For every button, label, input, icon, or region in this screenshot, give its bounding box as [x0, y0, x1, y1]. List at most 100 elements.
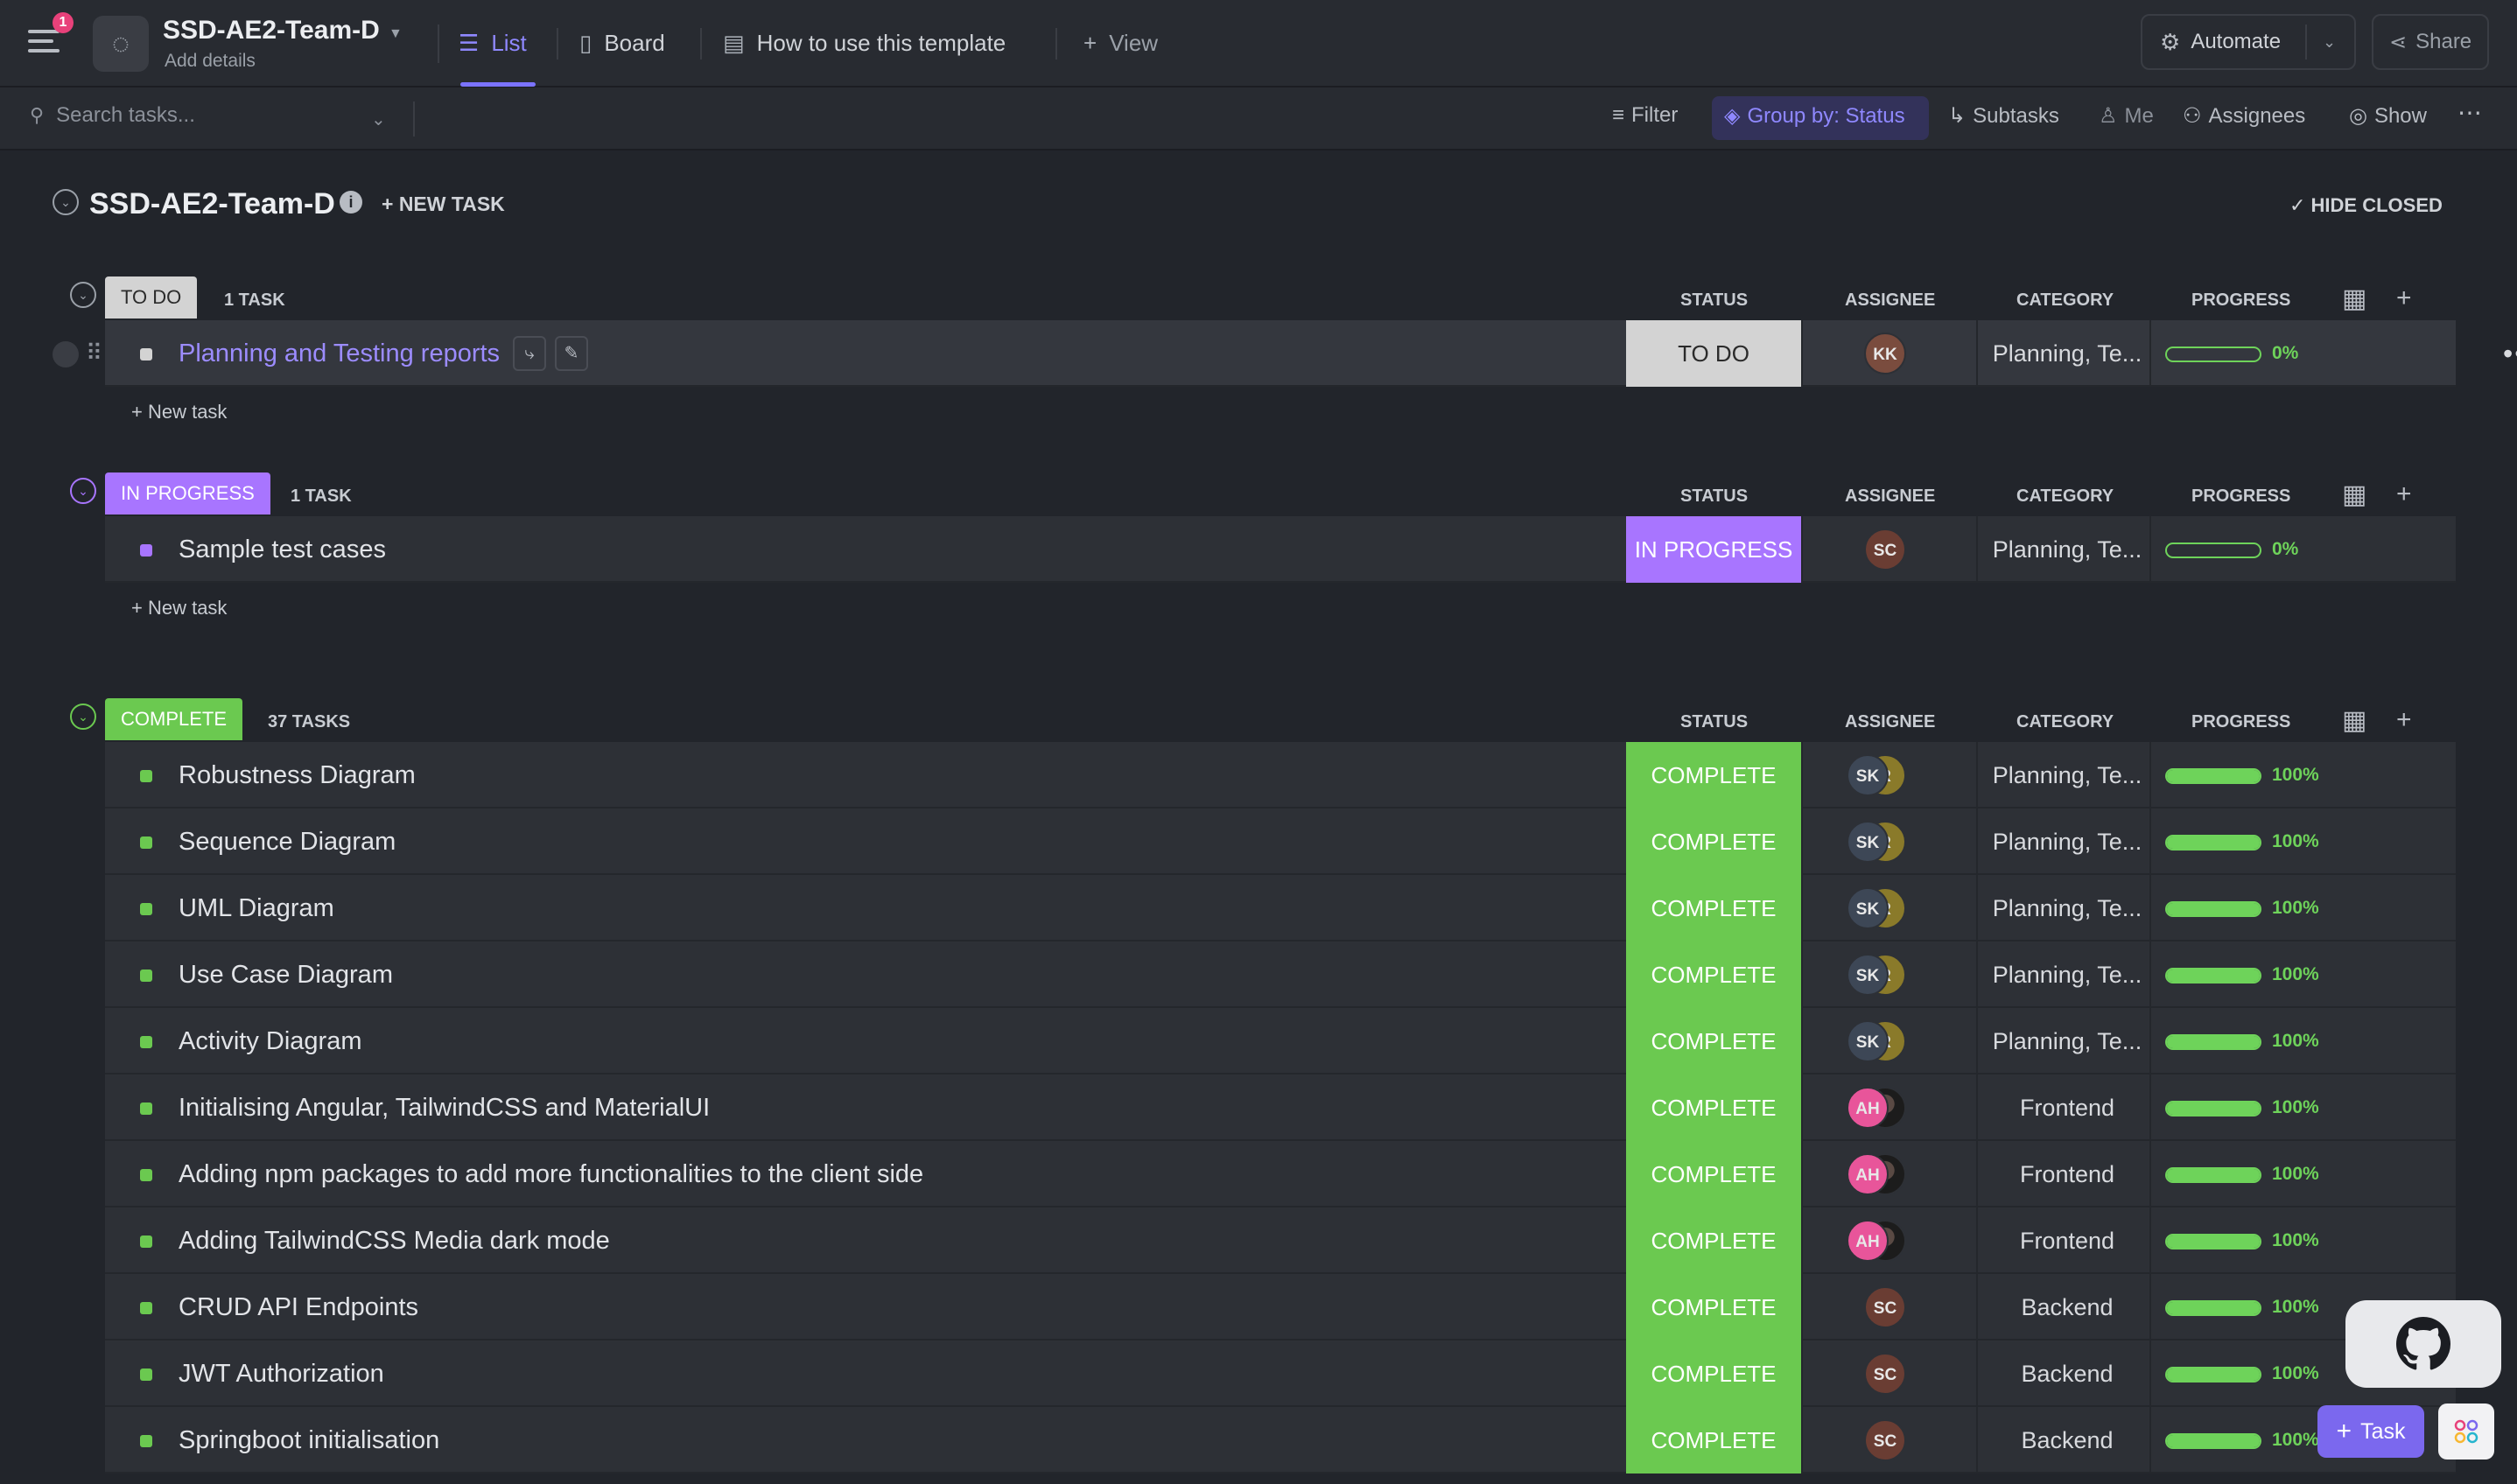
- select-checkbox[interactable]: [53, 341, 79, 368]
- status-dot[interactable]: [140, 1368, 152, 1381]
- category-cell[interactable]: Frontend: [1990, 1141, 2144, 1208]
- category-cell[interactable]: Frontend: [1990, 1208, 2144, 1274]
- task-name[interactable]: Adding TailwindCSS Media dark mode: [179, 1227, 610, 1256]
- task-name[interactable]: Robustness Diagram: [179, 761, 416, 790]
- task-name[interactable]: UML Diagram: [179, 894, 334, 923]
- more-options-icon[interactable]: ⋯: [2457, 98, 2482, 127]
- task-name[interactable]: Initialising Angular, TailwindCSS and Ma…: [179, 1094, 710, 1123]
- table-row[interactable]: Robustness DiagramCOMPLETESKRPlanning, T…: [105, 742, 2456, 808]
- chevron-down-icon[interactable]: ▼: [389, 26, 403, 42]
- info-icon[interactable]: i: [340, 191, 362, 214]
- table-row[interactable]: Planning and Testing reports ⤷ ✎ TO DO K…: [105, 320, 2517, 387]
- avatar[interactable]: SK: [1847, 754, 1889, 796]
- status-cell[interactable]: COMPLETE: [1626, 1340, 1801, 1407]
- column-header-progress[interactable]: PROGRESS: [2191, 290, 2290, 311]
- add-view-button[interactable]: + View: [1083, 30, 1158, 57]
- status-cell[interactable]: IN PROGRESS: [1626, 516, 1801, 583]
- menu-icon[interactable]: [28, 30, 60, 54]
- status-cell[interactable]: COMPLETE: [1626, 1008, 1801, 1074]
- column-header-progress[interactable]: PROGRESS: [2191, 486, 2290, 507]
- task-name[interactable]: Use Case Diagram: [179, 961, 393, 990]
- category-cell[interactable]: Backend: [1990, 1340, 2144, 1407]
- filter-button[interactable]: ≡ Filter: [1612, 103, 1678, 128]
- edit-icon[interactable]: ✎: [555, 336, 588, 371]
- column-header-progress[interactable]: PROGRESS: [2191, 712, 2290, 732]
- status-cell[interactable]: COMPLETE: [1626, 808, 1801, 875]
- task-name[interactable]: CRUD API Endpoints: [179, 1293, 418, 1322]
- add-column-icon[interactable]: +: [2396, 705, 2412, 735]
- automate-button[interactable]: ⚙ Automate ⌄: [2141, 14, 2356, 70]
- chevron-down-icon[interactable]: ⌄: [371, 108, 386, 130]
- category-cell[interactable]: Planning, Te...: [1990, 808, 2144, 875]
- status-dot[interactable]: [140, 348, 152, 360]
- category-cell[interactable]: Planning, Te...: [1990, 875, 2144, 942]
- status-dot[interactable]: [140, 836, 152, 849]
- status-dot[interactable]: [140, 970, 152, 982]
- category-cell[interactable]: Backend: [1990, 1407, 2144, 1474]
- tab-how-to-use[interactable]: ▤ How to use this template: [723, 30, 1006, 57]
- table-row[interactable]: Adding TailwindCSS Media dark mode COMPLE…: [105, 1208, 2456, 1274]
- status-cell[interactable]: TO DO: [1626, 320, 1801, 387]
- avatar[interactable]: SC: [1864, 1353, 1906, 1395]
- category-cell[interactable]: Planning, Te...: [1990, 516, 2144, 583]
- tab-board[interactable]: ▯ Board: [579, 30, 665, 57]
- add-task-button[interactable]: + Task: [2317, 1405, 2424, 1458]
- avatar[interactable]: SK: [1847, 821, 1889, 863]
- column-header-category[interactable]: CATEGORY: [2016, 486, 2114, 507]
- status-dot[interactable]: [140, 1435, 152, 1447]
- table-icon[interactable]: ▦: [2342, 705, 2366, 736]
- status-cell[interactable]: COMPLETE: [1626, 1141, 1801, 1208]
- table-row[interactable]: Activity DiagramCOMPLETESKRPlanning, Te.…: [105, 1008, 2456, 1074]
- hide-closed-button[interactable]: ✓ HIDE CLOSED: [2289, 194, 2443, 217]
- subtask-icon[interactable]: ⤷: [513, 336, 546, 371]
- status-dot[interactable]: [140, 1169, 152, 1181]
- task-name[interactable]: Planning and Testing reports: [179, 340, 500, 368]
- avatar[interactable]: KK: [1864, 332, 1906, 374]
- task-name[interactable]: Adding npm packages to add more function…: [179, 1160, 923, 1189]
- status-cell[interactable]: COMPLETE: [1626, 1074, 1801, 1141]
- task-name[interactable]: JWT Authorization: [179, 1360, 384, 1389]
- tab-list[interactable]: ☰ List: [459, 30, 527, 57]
- table-icon[interactable]: ▦: [2342, 480, 2366, 510]
- chevron-down-icon[interactable]: ⌄: [2323, 33, 2336, 52]
- status-badge[interactable]: COMPLETE: [105, 698, 243, 740]
- column-header-assignee[interactable]: ASSIGNEE: [1845, 486, 1935, 507]
- more-options-icon[interactable]: •••: [2503, 338, 2517, 370]
- status-cell[interactable]: COMPLETE: [1626, 942, 1801, 1008]
- avatar[interactable]: SC: [1864, 1286, 1906, 1328]
- add-column-icon[interactable]: +: [2396, 480, 2412, 509]
- category-cell[interactable]: Planning, Te...: [1990, 1008, 2144, 1074]
- table-icon[interactable]: ▦: [2342, 284, 2366, 314]
- share-button[interactable]: ⋖ Share: [2372, 14, 2489, 70]
- assignees-button[interactable]: ⚇ Assignees: [2183, 103, 2305, 129]
- table-row[interactable]: UML DiagramCOMPLETESKRPlanning, Te...100…: [105, 875, 2456, 942]
- table-row[interactable]: Sample test cases IN PROGRESS SC Plannin…: [105, 516, 2456, 583]
- table-row[interactable]: JWT Authorization COMPLETE SC Backend 100%: [105, 1340, 2456, 1407]
- table-row[interactable]: Sequence DiagramCOMPLETESKRPlanning, Te.…: [105, 808, 2456, 875]
- avatar[interactable]: AH: [1847, 1153, 1889, 1195]
- column-header-assignee[interactable]: ASSIGNEE: [1845, 712, 1935, 732]
- status-cell[interactable]: COMPLETE: [1626, 1274, 1801, 1340]
- collapse-list-icon[interactable]: ⌄: [53, 189, 79, 215]
- new-task-row[interactable]: + New task: [131, 597, 227, 620]
- workspace-name[interactable]: SSD-AE2-Team-D: [163, 16, 380, 46]
- space-icon[interactable]: ◌: [93, 16, 149, 72]
- status-dot[interactable]: [140, 770, 152, 782]
- avatar[interactable]: SC: [1864, 1419, 1906, 1461]
- collapse-group-icon[interactable]: ⌄: [70, 704, 96, 730]
- task-name[interactable]: Sample test cases: [179, 536, 386, 564]
- avatar[interactable]: SK: [1847, 887, 1889, 929]
- add-details-link[interactable]: Add details: [165, 51, 256, 72]
- collapse-group-icon[interactable]: ⌄: [70, 478, 96, 504]
- new-task-row[interactable]: + New task: [131, 401, 227, 424]
- status-dot[interactable]: [140, 1036, 152, 1048]
- task-name[interactable]: Springboot initialisation: [179, 1426, 439, 1455]
- status-cell[interactable]: COMPLETE: [1626, 742, 1801, 808]
- column-header-status[interactable]: STATUS: [1680, 486, 1748, 507]
- github-button[interactable]: [2345, 1300, 2501, 1388]
- column-header-status[interactable]: STATUS: [1680, 290, 1748, 311]
- avatar[interactable]: AH: [1847, 1087, 1889, 1129]
- drag-handle-icon[interactable]: ⠿: [86, 340, 102, 367]
- category-cell[interactable]: Planning, Te...: [1990, 942, 2144, 1008]
- group-by-button[interactable]: ◈ Group by: Status: [1724, 103, 1905, 129]
